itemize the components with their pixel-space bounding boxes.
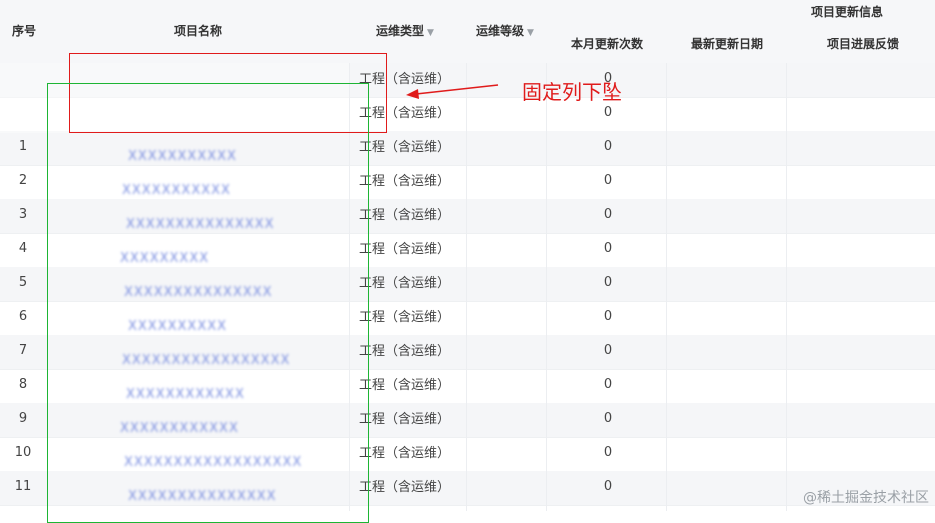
table-header: 序号 项目名称 运维类型 ▼ 运维等级 ▼ 项目更新信息 本月更新次数 最新更新日期… xyxy=(0,0,935,64)
row-index: 6 xyxy=(18,309,28,324)
table-row[interactable]: 9 XXXXXXXXXXXX 工程（含运维） 0 xyxy=(0,403,935,438)
row-ops-type: 工程（含运维） xyxy=(359,276,451,291)
row-index: 3 xyxy=(18,207,28,222)
row-ops-type: 工程（含运维） xyxy=(359,412,451,427)
annotation-arrow-icon xyxy=(406,84,499,99)
column-divider xyxy=(349,63,350,511)
row-project-name: XXXXXXXXXXX xyxy=(128,149,237,164)
row-monthly-updates: 0 xyxy=(603,411,613,426)
row-project-name: XXXXXXXXXXX xyxy=(122,183,231,198)
row-monthly-updates: 0 xyxy=(603,207,613,222)
sort-down-caret-icon[interactable]: ▼ xyxy=(427,28,434,38)
row-monthly-updates: 0 xyxy=(603,377,613,392)
row-ops-type: 工程（含运维） xyxy=(359,106,451,121)
row-project-name: XXXXXXXXXXXXXXXXXX xyxy=(124,455,303,470)
sort-down-caret-icon[interactable]: ▼ xyxy=(527,28,534,38)
row-index: 2 xyxy=(18,173,28,188)
row-ops-type: 工程（含运维） xyxy=(359,140,451,155)
table-row[interactable]: 3 XXXXXXXXXXXXXXX 工程（含运维） 0 xyxy=(0,199,935,234)
row-index: 11 xyxy=(14,479,32,494)
col-header-ops-level[interactable]: 运维等级 ▼ xyxy=(476,22,534,39)
row-ops-type: 工程（含运维） xyxy=(359,242,451,257)
row-ops-type: 工程（含运维） xyxy=(359,208,451,223)
table-row[interactable]: 2 XXXXXXXXXXX 工程（含运维） 0 xyxy=(0,165,935,200)
row-project-name: XXXXXXXXXXXXXXX xyxy=(124,285,273,300)
row-monthly-updates: 0 xyxy=(603,275,613,290)
col-header-project-name: 项目名称 xyxy=(174,24,223,38)
row-index: 10 xyxy=(14,445,32,460)
row-monthly-updates: 0 xyxy=(603,241,613,256)
row-project-name: XXXXXXXXXXXXXXX xyxy=(126,217,275,232)
table-row[interactable]: 11 XXXXXXXXXXXXXXX 工程（含运维） 0 xyxy=(0,471,935,506)
col-header-ops-type-label: 运维类型 xyxy=(376,24,425,38)
col-header-monthly-updates: 本月更新次数 xyxy=(571,37,644,51)
row-monthly-updates: 0 xyxy=(603,343,613,358)
row-project-name: XXXXXXXXX xyxy=(120,251,210,266)
frozen-column-gap xyxy=(0,63,349,133)
col-group-header-update-info: 项目更新信息 xyxy=(811,5,884,19)
row-monthly-updates: 0 xyxy=(603,105,613,120)
row-monthly-updates: 0 xyxy=(603,309,613,324)
col-header-ops-type[interactable]: 运维类型 ▼ xyxy=(376,22,434,39)
row-ops-type: 工程（含运维） xyxy=(359,174,451,189)
column-divider xyxy=(786,63,787,511)
table-row[interactable]: 8 XXXXXXXXXXXX 工程（含运维） 0 xyxy=(0,369,935,404)
row-project-name: XXXXXXXXXXXX xyxy=(126,387,245,402)
row-index: 5 xyxy=(18,275,28,290)
row-index: 4 xyxy=(18,241,28,256)
col-header-ops-level-label: 运维等级 xyxy=(476,24,525,38)
watermark: @稀土掘金技术社区 xyxy=(803,490,929,506)
column-divider xyxy=(666,63,667,511)
row-project-name: XXXXXXXXXXXXXXXXX xyxy=(122,353,291,368)
col-header-progress-feedback: 项目进展反馈 xyxy=(827,37,900,51)
column-divider xyxy=(466,63,467,511)
table-row[interactable]: 1 XXXXXXXXXXX 工程（含运维） 0 xyxy=(0,131,935,166)
column-divider xyxy=(546,63,547,511)
col-header-latest-update-date: 最新更新日期 xyxy=(691,37,764,51)
row-index: 7 xyxy=(18,343,28,358)
annotation-label: 固定列下坠 xyxy=(522,80,622,104)
row-ops-type: 工程（含运维） xyxy=(359,446,451,461)
row-ops-type: 工程（含运维） xyxy=(359,378,451,393)
table-row[interactable]: 6 XXXXXXXXXX 工程（含运维） 0 xyxy=(0,301,935,336)
table-row[interactable]: 4 XXXXXXXXX 工程（含运维） 0 xyxy=(0,233,935,268)
row-index: 9 xyxy=(18,411,28,426)
row-ops-type: 工程（含运维） xyxy=(359,344,451,359)
table-row[interactable]: 5 XXXXXXXXXXXXXXX 工程（含运维） 0 xyxy=(0,267,935,302)
row-index: 1 xyxy=(18,139,28,154)
row-monthly-updates: 0 xyxy=(603,479,613,494)
row-ops-type: 工程（含运维） xyxy=(359,480,451,495)
col-header-index: 序号 xyxy=(12,24,37,38)
row-project-name: XXXXXXXXXX xyxy=(128,319,228,334)
row-ops-type: 工程（含运维） xyxy=(359,310,451,325)
row-project-name: XXXXXXXXXXXXXXX xyxy=(128,489,277,504)
row-monthly-updates: 0 xyxy=(603,139,613,154)
row-monthly-updates: 0 xyxy=(603,173,613,188)
table-row[interactable]: 7 XXXXXXXXXXXXXXXXX 工程（含运维） 0 xyxy=(0,335,935,370)
row-monthly-updates: 0 xyxy=(603,445,613,460)
row-project-name: XXXXXXXXXXXX xyxy=(120,421,239,436)
table-row[interactable]: 10 XXXXXXXXXXXXXXXXXX 工程（含运维） 0 xyxy=(0,437,935,472)
row-index: 8 xyxy=(18,377,28,392)
